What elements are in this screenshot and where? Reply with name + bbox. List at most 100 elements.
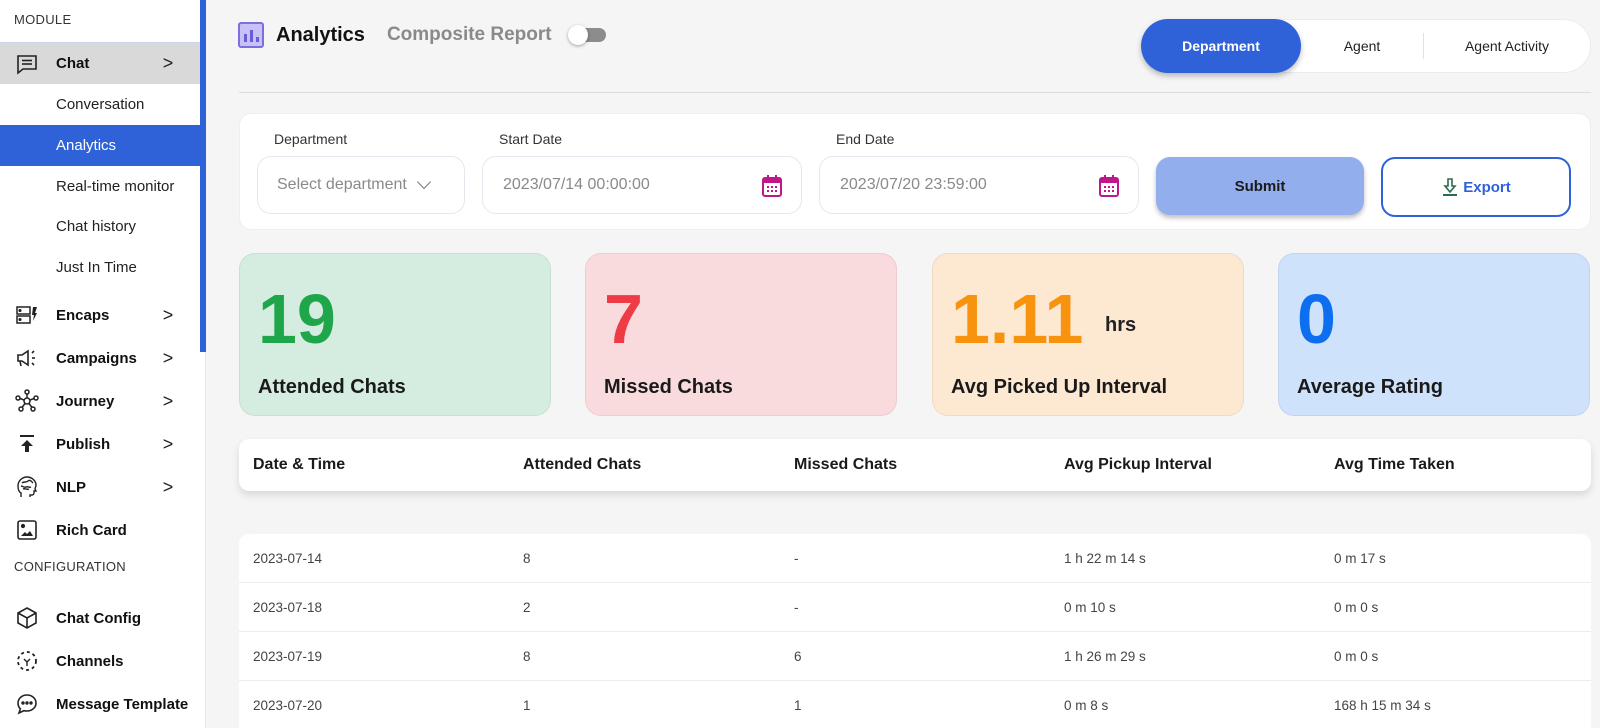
table-body: 2023-07-14 8 - 1 h 22 m 14 s 0 m 17 s 20…: [239, 534, 1591, 728]
sidebar-item-campaigns[interactable]: Campaigns >: [0, 337, 200, 379]
cell-missed: 6: [794, 648, 802, 664]
card-caption: Attended Chats: [258, 376, 406, 398]
table-row: 2023-07-14 8 - 1 h 22 m 14 s 0 m 17 s: [239, 534, 1591, 583]
sidebar-item-label: Chat Config: [56, 609, 141, 627]
cell-date: 2023-07-20: [253, 697, 323, 713]
download-icon: [1443, 178, 1458, 196]
sidebar-subitem-chat-history[interactable]: Chat history: [0, 206, 200, 247]
sidebar-item-encaps[interactable]: Encaps >: [0, 294, 200, 336]
chevron-right-icon: >: [162, 53, 174, 73]
sidebar-item-channels[interactable]: Channels: [0, 640, 200, 682]
tab-agent[interactable]: Agent: [1301, 19, 1423, 73]
sidebar-item-journey[interactable]: Journey >: [0, 380, 200, 422]
cell-date: 2023-07-19: [253, 648, 323, 664]
chat-icon: [14, 51, 40, 77]
card-attended-chats: 19 Attended Chats: [239, 253, 551, 416]
encaps-icon: [14, 302, 40, 328]
sidebar-subitem-conversation[interactable]: Conversation: [0, 84, 200, 125]
cell-avg-pickup: 1 h 26 m 29 s: [1064, 648, 1146, 664]
sidebar-item-chat[interactable]: Chat >: [0, 42, 200, 84]
sidebar: MODULE Chat > Conversation Analytics Rea…: [0, 0, 206, 728]
card-value: 19: [258, 280, 336, 358]
report-type-tabs: Department Agent Agent Activity: [1141, 19, 1591, 73]
image-icon: [14, 517, 40, 543]
cell-avg-pickup: 0 m 10 s: [1064, 599, 1116, 615]
sidebar-item-label: Publish: [56, 435, 111, 453]
table-row: 2023-07-19 8 6 1 h 26 m 29 s 0 m 0 s: [239, 632, 1591, 681]
page-header: Analytics Composite Report: [238, 18, 606, 52]
department-placeholder: Select department: [277, 176, 407, 193]
cell-avg-time-taken: 0 m 0 s: [1334, 599, 1379, 615]
cube-icon: [14, 605, 40, 631]
composite-report-toggle[interactable]: [567, 25, 606, 45]
sidebar-item-label: Message Template: [56, 695, 189, 713]
department-label: Department: [274, 131, 348, 147]
sidebar-item-label: Journey: [56, 392, 115, 410]
card-value: 0: [1297, 280, 1336, 358]
table-header: Date & Time Attended Chats Missed Chats …: [239, 439, 1591, 491]
chevron-right-icon: >: [162, 347, 174, 368]
column-header-attended-chats[interactable]: Attended Chats: [523, 456, 641, 474]
calendar-icon[interactable]: [761, 174, 783, 198]
calendar-icon[interactable]: [1098, 174, 1120, 198]
end-date-label: End Date: [836, 131, 895, 147]
card-average-rating: 0 Average Rating: [1278, 253, 1590, 416]
section-module-label: MODULE: [14, 12, 72, 27]
start-date-label: Start Date: [499, 131, 563, 147]
sidebar-item-label: NLP: [56, 478, 86, 496]
sidebar-scrollbar[interactable]: [200, 0, 206, 352]
brain-head-icon: [14, 474, 40, 500]
bar-chart-icon: [238, 22, 264, 48]
cell-attended: 8: [523, 550, 531, 566]
card-avg-picked-up-interval: 1.11 hrs Avg Picked Up Interval: [932, 253, 1244, 416]
cell-date: 2023-07-18: [253, 599, 323, 615]
sidebar-item-chat-config[interactable]: Chat Config: [0, 597, 200, 639]
cell-avg-time-taken: 0 m 0 s: [1334, 648, 1379, 664]
megaphone-icon: [14, 345, 40, 371]
sidebar-item-label: Channels: [56, 652, 124, 670]
export-button[interactable]: Export: [1381, 157, 1571, 217]
cell-missed: -: [794, 550, 799, 566]
network-icon: [14, 388, 40, 414]
sidebar-subitem-analytics[interactable]: Analytics: [0, 125, 200, 166]
cell-attended: 2: [523, 599, 531, 615]
card-caption: Avg Picked Up Interval: [951, 376, 1167, 398]
composite-report-label: Composite Report: [386, 24, 552, 45]
cell-date: 2023-07-14: [253, 550, 323, 566]
sidebar-item-message-template[interactable]: Message Template: [0, 683, 200, 725]
end-date-value: 2023/07/20 23:59:00: [840, 176, 987, 193]
tab-department[interactable]: Department: [1141, 19, 1301, 73]
cell-attended: 8: [523, 648, 531, 664]
sidebar-item-label: Chat: [56, 55, 90, 72]
sidebar-item-nlp[interactable]: NLP >: [0, 466, 200, 508]
sidebar-item-rich-card[interactable]: Rich Card: [0, 509, 200, 551]
message-icon: [14, 691, 40, 717]
cell-avg-time-taken: 0 m 17 s: [1334, 550, 1386, 566]
start-date-input[interactable]: 2023/07/14 00:00:00: [482, 156, 802, 214]
sidebar-subitem-just-in-time[interactable]: Just In Time: [0, 247, 200, 288]
chevron-down-icon: [416, 174, 431, 190]
cell-avg-pickup: 1 h 22 m 14 s: [1064, 550, 1146, 566]
page-title: Analytics: [276, 23, 365, 46]
section-configuration-label: CONFIGURATION: [14, 559, 126, 574]
card-missed-chats: 7 Missed Chats: [585, 253, 897, 416]
department-select[interactable]: Select department: [257, 156, 465, 214]
cell-avg-pickup: 0 m 8 s: [1064, 697, 1109, 713]
sidebar-item-publish[interactable]: Publish >: [0, 423, 200, 465]
end-date-input[interactable]: 2023/07/20 23:59:00: [819, 156, 1139, 214]
export-label: Export: [1463, 178, 1511, 196]
column-header-avg-pickup-interval[interactable]: Avg Pickup Interval: [1064, 456, 1212, 474]
submit-button[interactable]: Submit: [1156, 157, 1364, 215]
column-header-missed-chats[interactable]: Missed Chats: [794, 456, 897, 474]
column-header-avg-time-taken[interactable]: Avg Time Taken: [1334, 456, 1455, 474]
cell-avg-time-taken: 168 h 15 m 34 s: [1334, 697, 1431, 713]
channels-icon: [14, 648, 40, 674]
sidebar-item-label: Encaps: [56, 306, 110, 324]
header-divider: [239, 92, 1591, 93]
sidebar-subitem-realtime-monitor[interactable]: Real-time monitor: [0, 166, 200, 207]
chevron-right-icon: >: [162, 476, 174, 497]
column-header-date-time[interactable]: Date & Time: [253, 456, 345, 474]
card-value: 7: [604, 280, 643, 358]
publish-icon: [14, 431, 40, 457]
tab-agent-activity[interactable]: Agent Activity: [1424, 19, 1590, 73]
